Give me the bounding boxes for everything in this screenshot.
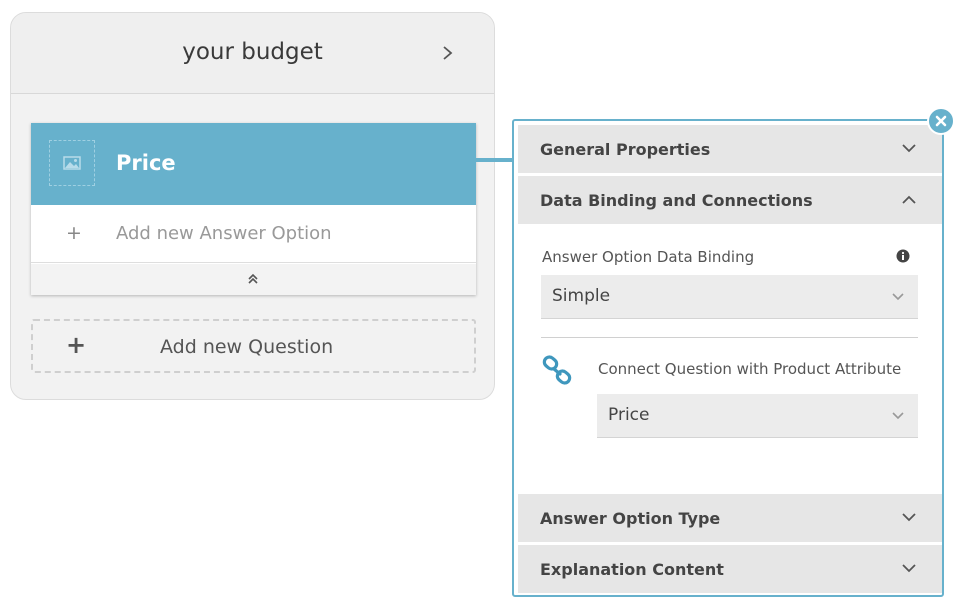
chevron-down-icon bbox=[892, 412, 904, 420]
section-data-binding[interactable]: Data Binding and Connections bbox=[518, 176, 942, 224]
close-panel-button[interactable] bbox=[927, 107, 953, 135]
double-chevron-up-icon bbox=[248, 273, 258, 284]
connect-attribute-label: Connect Question with Product Attribute bbox=[598, 360, 902, 378]
add-question-label: Add new Question bbox=[160, 336, 334, 358]
section-label: Answer Option Type bbox=[540, 509, 721, 528]
close-icon bbox=[935, 115, 947, 127]
link-icon bbox=[542, 355, 572, 385]
properties-panel: General Properties Data Binding and Conn… bbox=[512, 119, 944, 597]
section-answer-option-type[interactable]: Answer Option Type bbox=[518, 494, 942, 542]
answer-binding-select[interactable]: Simple bbox=[541, 275, 918, 319]
answer-binding-label: Answer Option Data Binding bbox=[542, 248, 755, 266]
chevron-right-icon[interactable] bbox=[442, 45, 454, 61]
question-card: your budget Price + Add new Answer Optio… bbox=[10, 12, 495, 400]
chevron-up-icon bbox=[902, 195, 916, 204]
chevron-down-icon bbox=[902, 564, 916, 573]
chevron-down-icon bbox=[902, 513, 916, 522]
answer-binding-value: Simple bbox=[552, 286, 611, 306]
image-placeholder[interactable] bbox=[49, 140, 95, 186]
add-answer-option-button[interactable]: + Add new Answer Option bbox=[31, 205, 476, 263]
plus-icon: + bbox=[66, 222, 82, 244]
chevron-down-icon bbox=[892, 293, 904, 301]
product-attribute-value: Price bbox=[608, 405, 650, 425]
card-header[interactable]: your budget bbox=[11, 13, 494, 94]
section-label: Data Binding and Connections bbox=[540, 191, 813, 210]
question-title: Price bbox=[116, 151, 176, 175]
question-header[interactable]: Price bbox=[31, 123, 476, 205]
question-block: Price + Add new Answer Option bbox=[31, 123, 476, 295]
section-label: Explanation Content bbox=[540, 560, 724, 579]
product-attribute-select[interactable]: Price bbox=[597, 394, 918, 438]
card-title: your budget bbox=[182, 39, 323, 65]
add-question-button[interactable]: + Add new Question bbox=[31, 319, 476, 373]
section-general-properties[interactable]: General Properties bbox=[518, 125, 942, 173]
chevron-down-icon bbox=[902, 144, 916, 153]
collapse-answers-bar[interactable] bbox=[31, 264, 476, 295]
plus-icon: + bbox=[66, 331, 87, 359]
add-answer-option-label: Add new Answer Option bbox=[116, 223, 332, 244]
section-explanation-content[interactable]: Explanation Content bbox=[518, 545, 942, 593]
connector-line bbox=[475, 158, 513, 162]
image-icon bbox=[63, 156, 81, 170]
divider bbox=[541, 337, 918, 338]
info-icon[interactable] bbox=[896, 249, 910, 263]
section-label: General Properties bbox=[540, 140, 711, 159]
